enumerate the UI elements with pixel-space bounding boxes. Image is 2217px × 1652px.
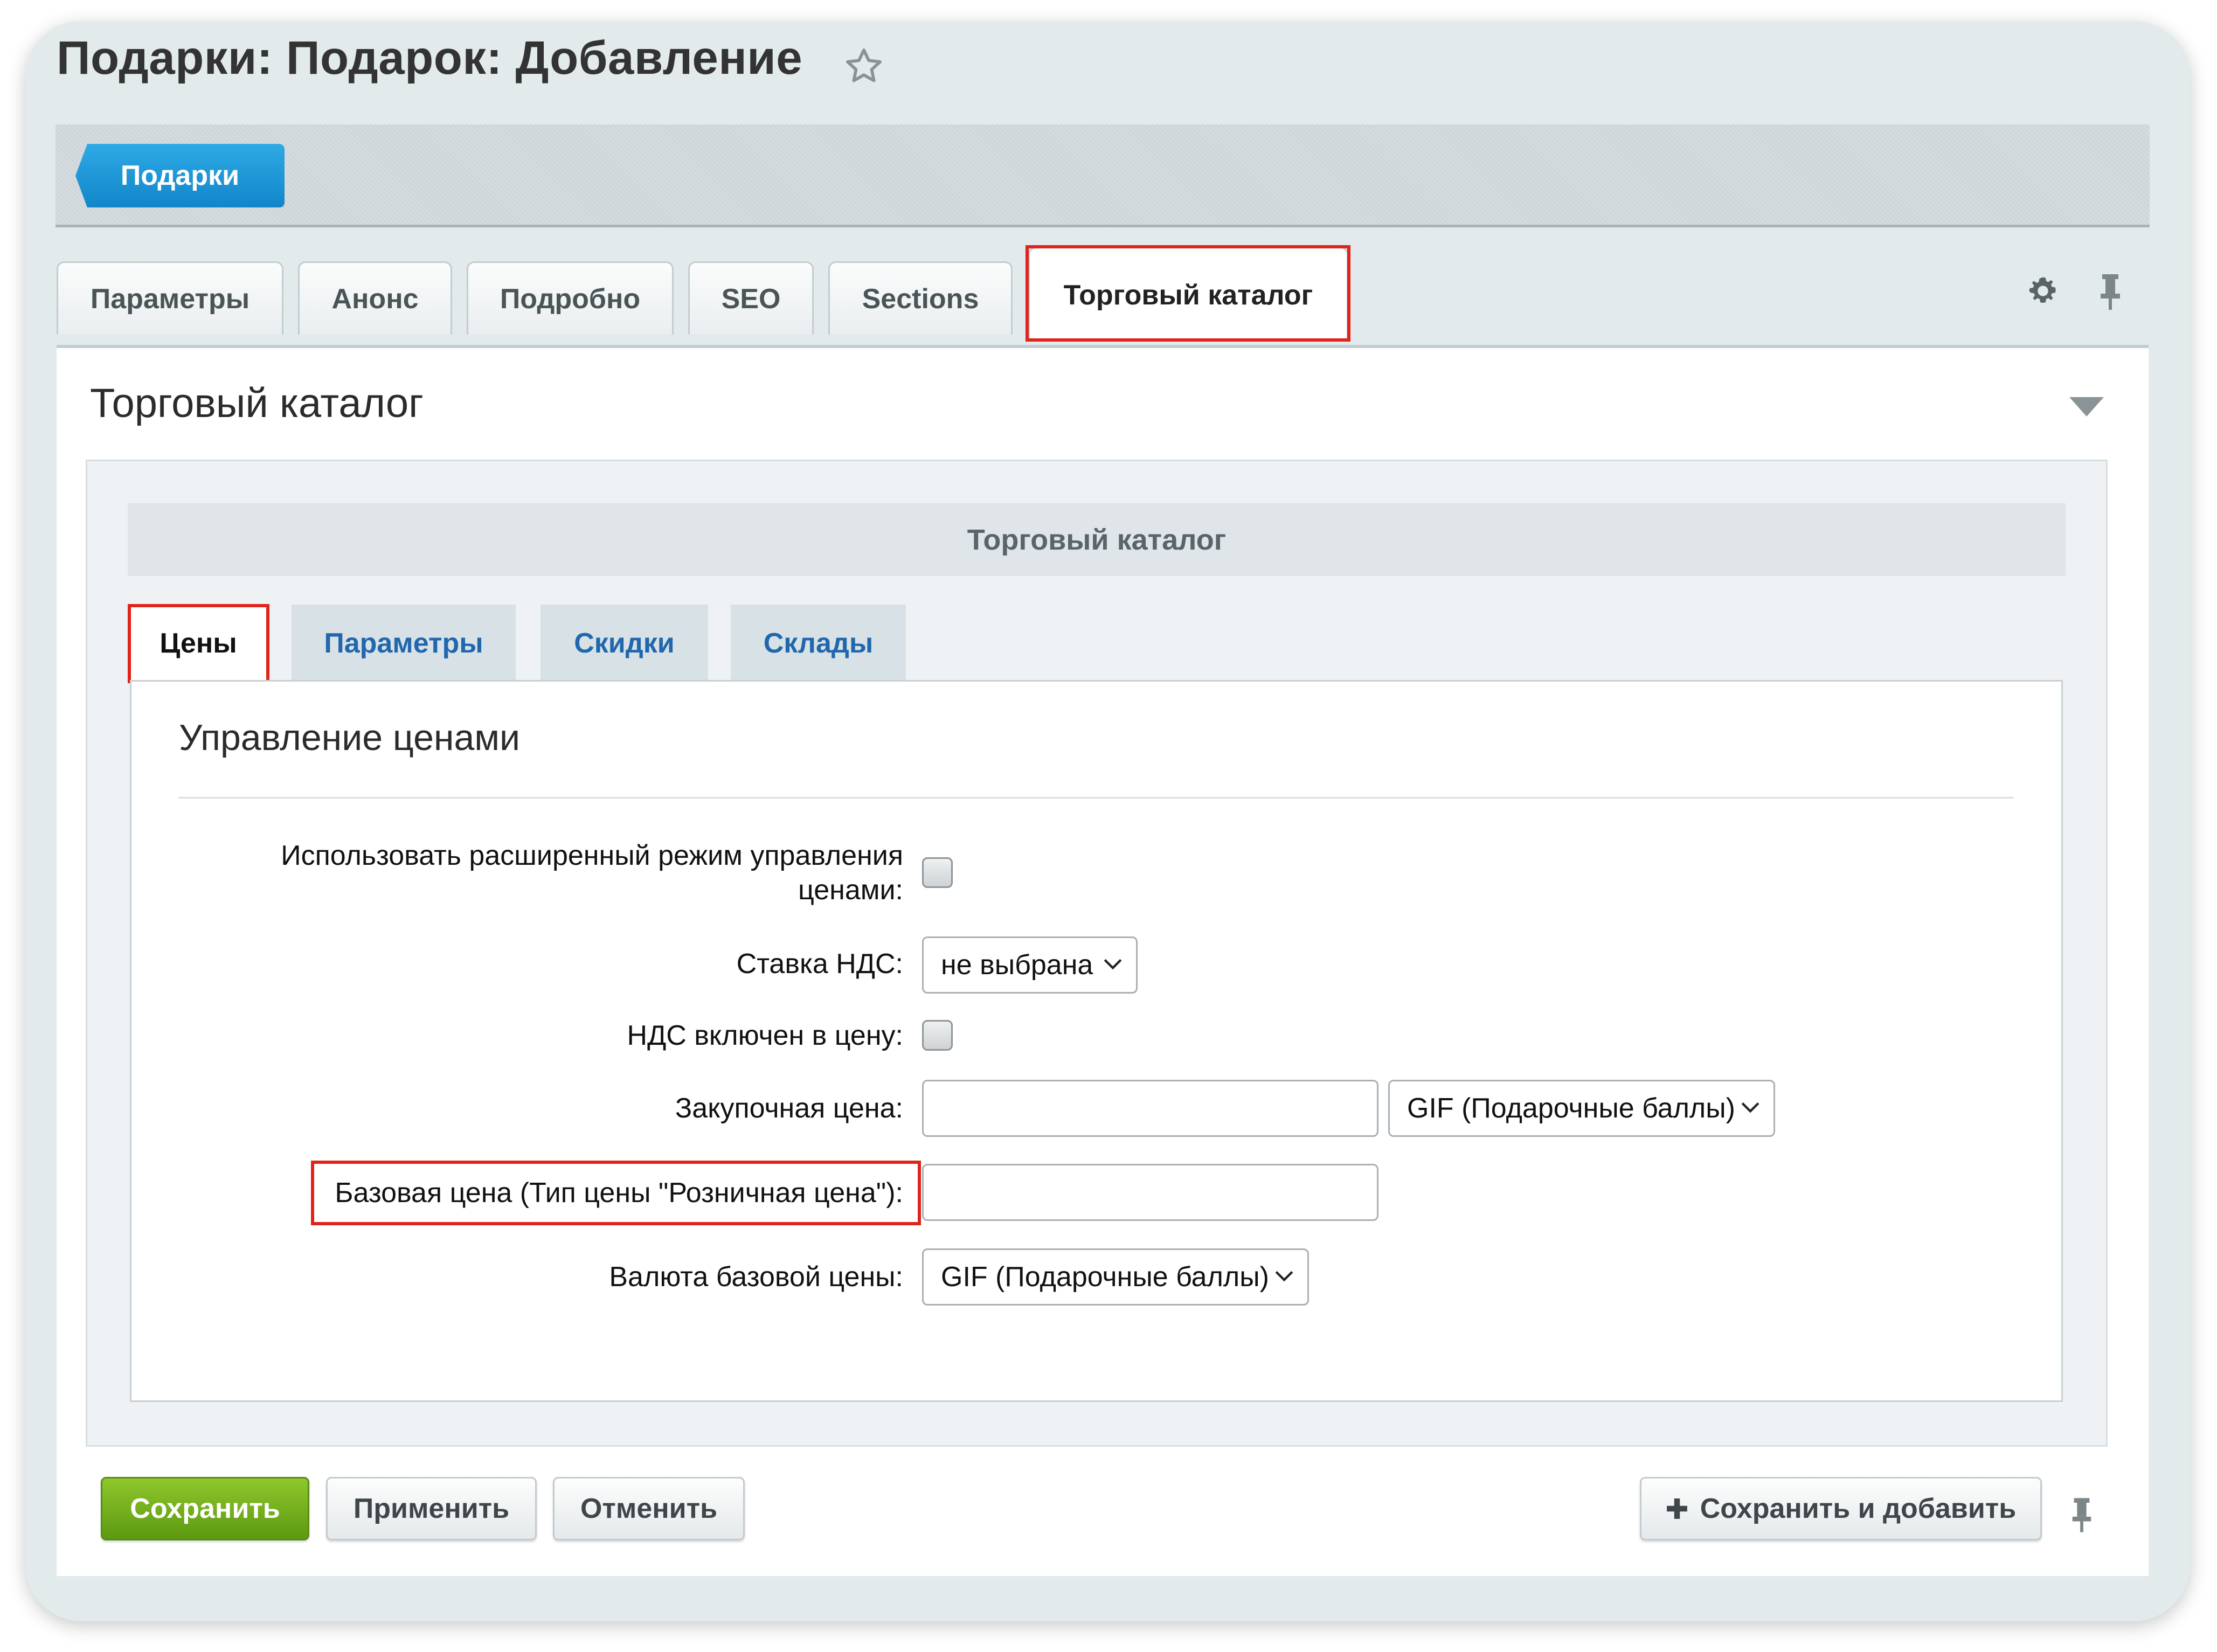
section-title: Торговый каталог <box>90 380 424 426</box>
toolbar <box>56 124 2150 227</box>
plus-icon <box>1666 1498 1687 1519</box>
tab-parameters[interactable]: Параметры <box>57 261 283 335</box>
advanced-mode-label-line1: Использовать расширенный режим управлени… <box>281 840 903 871</box>
tab-announce[interactable]: Анонс <box>298 261 452 335</box>
star-icon[interactable] <box>843 46 884 87</box>
gear-icon[interactable] <box>2027 275 2059 307</box>
vat-included-label: НДС включен в цену: <box>627 1020 903 1051</box>
back-to-gifts-button[interactable]: Подарки <box>75 144 285 207</box>
catalog-block-header: Торговый каталог <box>128 503 2066 576</box>
advanced-mode-label: Использовать расширенный режим управлени… <box>281 838 903 907</box>
save-and-add-button[interactable]: Сохранить и добавить <box>1640 1477 2042 1540</box>
apply-button[interactable]: Применить <box>326 1477 537 1540</box>
page-title: Подарки: Подарок: Добавление <box>57 32 803 84</box>
purchase-price-label: Закупочная цена: <box>675 1093 903 1124</box>
base-price-label: Базовая цена (Тип цены "Розничная цена")… <box>335 1177 903 1209</box>
vat-included-checkbox[interactable] <box>922 1020 953 1051</box>
purchase-price-input[interactable] <box>922 1080 1378 1137</box>
subtab-warehouses[interactable]: Склады <box>731 605 906 682</box>
chevron-down-icon <box>1741 1102 1759 1113</box>
tab-details[interactable]: Подробно <box>467 261 674 335</box>
chevron-down-icon <box>1104 959 1122 970</box>
purchase-currency-select[interactable]: GIF (Подарочные баллы) <box>1388 1080 1775 1137</box>
vat-rate-label: Ставка НДС: <box>736 948 903 980</box>
subtab-parameters[interactable]: Параметры <box>292 605 516 682</box>
advanced-mode-checkbox[interactable] <box>922 857 953 888</box>
pin-icon[interactable] <box>2069 1496 2094 1534</box>
advanced-mode-label-line2: ценами: <box>798 874 903 906</box>
subtab-discounts[interactable]: Скидки <box>541 605 708 682</box>
purchase-currency-value: GIF (Подарочные баллы) <box>1407 1093 1735 1124</box>
save-button[interactable]: Сохранить <box>101 1477 309 1540</box>
pin-icon[interactable] <box>2097 273 2123 311</box>
chevron-down-icon <box>1275 1271 1293 1282</box>
base-currency-value: GIF (Подарочные баллы) <box>941 1261 1269 1293</box>
panel-divider <box>178 797 2014 799</box>
vat-rate-value: не выбрана <box>941 949 1093 981</box>
tab-trade-catalog[interactable]: Торговый каталог <box>1028 247 1348 342</box>
tab-seo[interactable]: SEO <box>688 261 814 335</box>
collapse-arrow-icon[interactable] <box>2069 397 2104 417</box>
tab-sections[interactable]: Sections <box>828 261 1013 335</box>
base-currency-label: Валюта базовой цены: <box>609 1261 903 1293</box>
subtab-prices[interactable]: Цены <box>130 605 267 682</box>
cancel-button[interactable]: Отменить <box>553 1477 745 1540</box>
base-price-input[interactable] <box>922 1164 1378 1221</box>
vat-rate-select[interactable]: не выбрана <box>922 936 1138 994</box>
panel-title: Управление ценами <box>179 717 521 758</box>
base-currency-select[interactable]: GIF (Подарочные баллы) <box>922 1248 1309 1306</box>
save-and-add-label: Сохранить и добавить <box>1700 1493 2017 1524</box>
